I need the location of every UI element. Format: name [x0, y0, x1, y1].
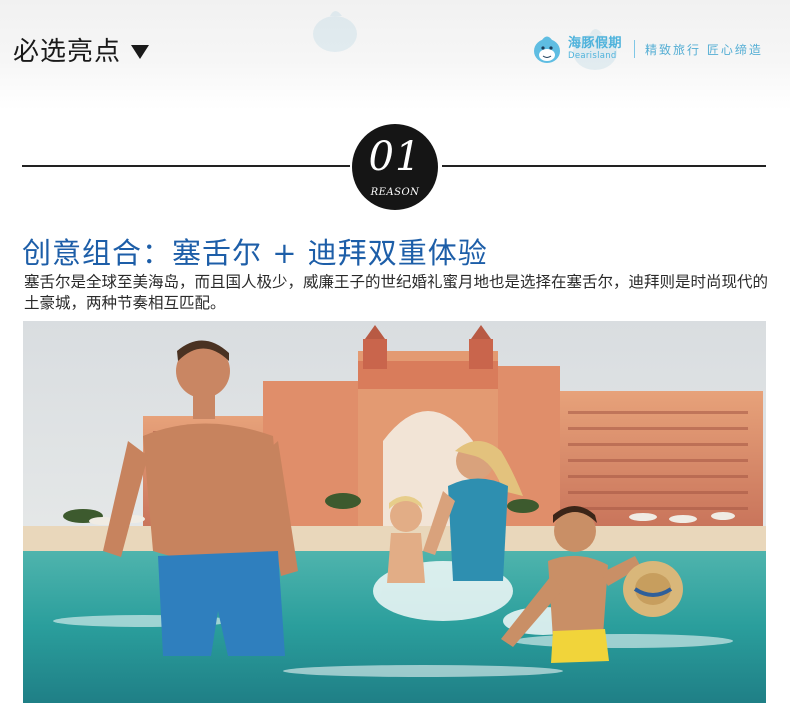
- reason-word: REASON: [370, 187, 420, 198]
- feature-description: 塞舌尔是全球至美海岛，而且国人极少，威廉王子的世纪婚礼蜜月地也是选择在塞舌尔，迪…: [24, 273, 769, 312]
- brand-name: 海豚假期 Dearisland: [568, 37, 622, 61]
- brand-name-en: Dearisland: [568, 51, 617, 62]
- reason-badge: 01 REASON: [352, 124, 438, 210]
- reason-number: 01: [368, 134, 422, 180]
- section-title: 必选亮点: [13, 31, 150, 68]
- brand-divider: [634, 40, 636, 58]
- brand-slogan: 精致旅行 匠心缔造: [645, 42, 763, 57]
- section-title-text: 必选亮点: [13, 37, 122, 67]
- brand-logo: 海豚假期 Dearisland 精致旅行 匠心缔造: [530, 32, 763, 66]
- brand-name-cn: 海豚假期: [568, 36, 623, 52]
- feature-headline: 创意组合：塞舌尔 + 迪拜双重体验: [22, 236, 488, 270]
- dolphin-watermark-icon: [313, 11, 357, 52]
- dolphin-logo-icon: [534, 36, 560, 63]
- resort-photo: [23, 321, 766, 703]
- divider-right: [442, 165, 766, 167]
- triangle-down-icon: [131, 44, 150, 59]
- divider-left: [22, 165, 350, 167]
